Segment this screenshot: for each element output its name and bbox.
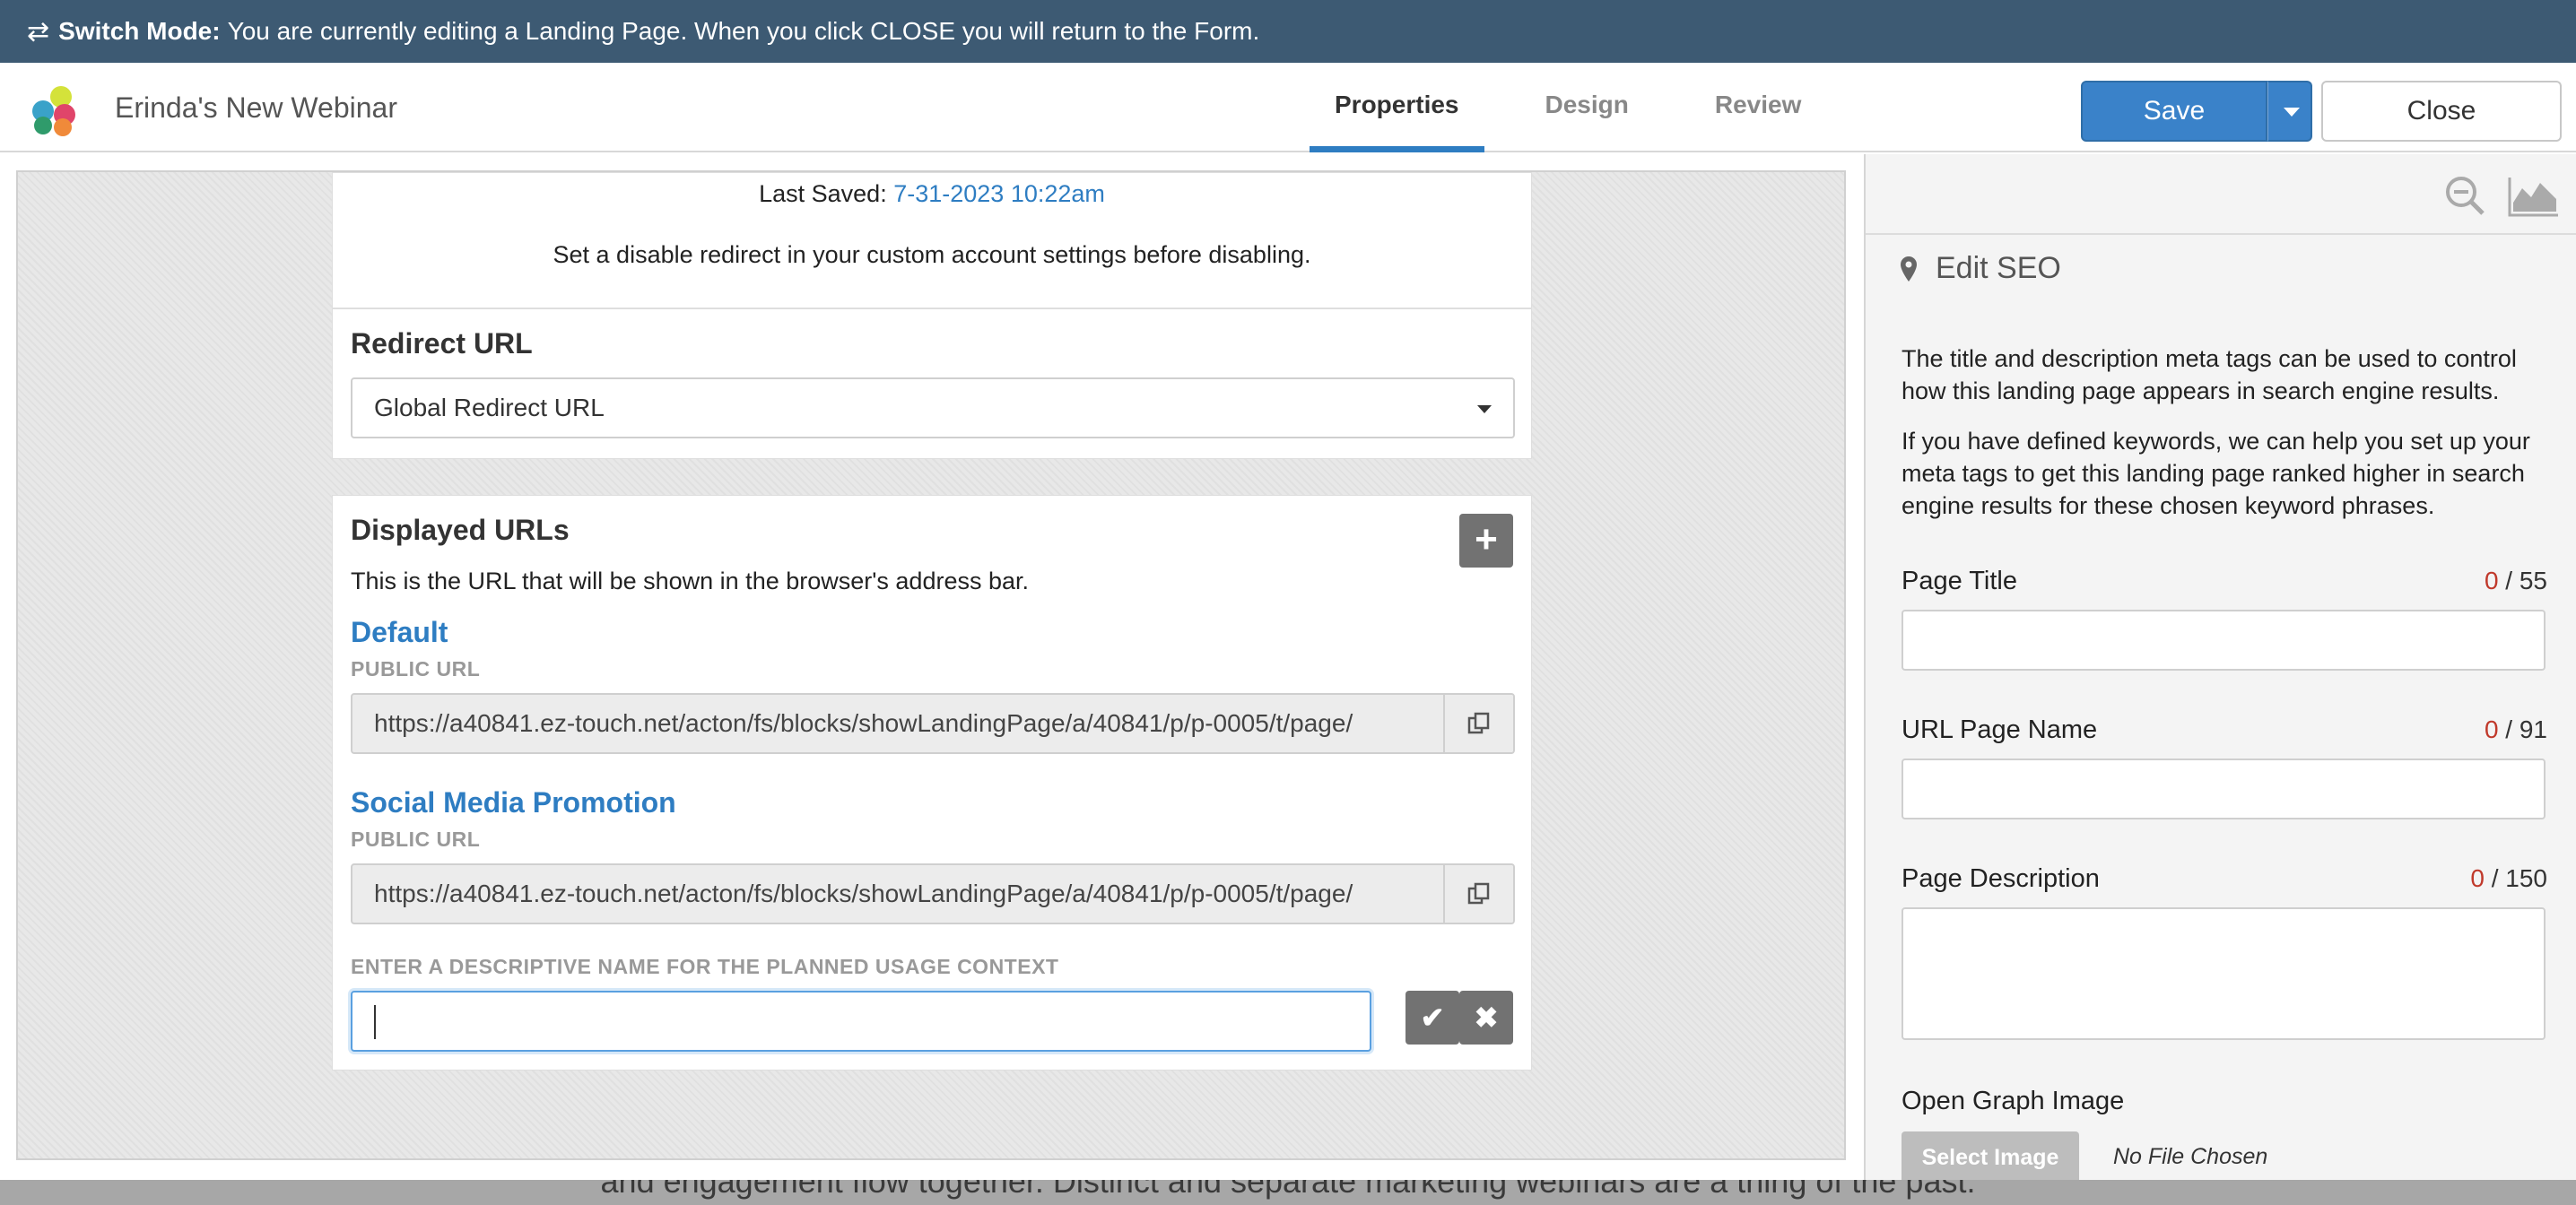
last-saved-line: Last Saved: 7-31-2023 10:22am: [333, 180, 1531, 208]
redirect-url-card: Redirect URL Global Redirect URL: [332, 308, 1532, 459]
switch-arrows-icon: ⇄: [27, 16, 50, 47]
select-image-button[interactable]: Select Image: [1902, 1131, 2079, 1180]
page-description-field-label: Page Description 0 / 150: [1902, 864, 2547, 894]
text-cursor: [374, 1005, 376, 1039]
last-saved-label: Last Saved:: [759, 180, 887, 207]
url-variant-name-social[interactable]: Social Media Promotion: [351, 786, 676, 819]
app-logo: [32, 86, 79, 136]
public-url-text: https://a40841.ez-touch.net/acton/fs/blo…: [374, 709, 1353, 737]
properties-canvas[interactable]: Last Saved: 7-31-2023 10:22am Set a disa…: [16, 170, 1846, 1160]
area-chart-icon[interactable]: [2508, 176, 2560, 217]
add-url-button[interactable]: +: [1459, 514, 1513, 568]
char-counter: 0 / 150: [2470, 864, 2547, 893]
usage-context-label: ENTER A DESCRIPTIVE NAME FOR THE PLANNED…: [351, 955, 1059, 978]
save-dropdown-button[interactable]: [2267, 81, 2312, 142]
char-count: 0: [2484, 567, 2499, 594]
switch-mode-message: You are currently editing a Landing Page…: [227, 17, 1260, 45]
field-label-text: Page Title: [1902, 567, 2017, 595]
tab-design[interactable]: Design: [1520, 63, 1654, 152]
landing-page-editor-modal: ⇄ Switch Mode: You are currently editing…: [0, 0, 2576, 1180]
char-counter: 0 / 55: [2485, 567, 2547, 595]
plus-icon: +: [1475, 517, 1498, 561]
public-url-label: PUBLIC URL: [351, 828, 481, 851]
public-url-field-default[interactable]: https://a40841.ez-touch.net/acton/fs/blo…: [351, 693, 1515, 754]
close-button[interactable]: Close: [2321, 81, 2562, 142]
public-url-text: https://a40841.ez-touch.net/acton/fs/blo…: [374, 880, 1353, 907]
char-count: 0: [2484, 715, 2499, 743]
seo-side-panel: Edit SEO The title and description meta …: [1864, 154, 2576, 1180]
char-count: 0: [2470, 864, 2485, 892]
switch-mode-label: Switch Mode:: [58, 17, 221, 45]
last-saved-date: 7-31-2023 10:22am: [893, 180, 1105, 207]
displayed-urls-description: This is the URL that will be shown in th…: [351, 568, 1029, 594]
editor-header: Erinda's New Webinar Properties Design R…: [0, 63, 2576, 152]
zoom-out-icon[interactable]: [2443, 174, 2486, 217]
open-graph-image-label: Open Graph Image: [1902, 1087, 2125, 1115]
panel-toolbar: [1866, 154, 2576, 235]
char-counter: 0 / 91: [2485, 715, 2547, 744]
page-title-field-label: Page Title 0 / 55: [1902, 567, 2547, 596]
copy-url-button[interactable]: [1443, 695, 1513, 752]
page-description-textarea[interactable]: [1902, 907, 2546, 1040]
page-title: Erinda's New Webinar: [115, 91, 397, 124]
edit-seo-title: Edit SEO: [1936, 251, 2061, 285]
switch-mode-banner: ⇄ Switch Mode: You are currently editing…: [0, 0, 2576, 63]
char-max: / 150: [2491, 864, 2547, 892]
chevron-down-icon: [1477, 405, 1492, 413]
displayed-urls-heading: Displayed URLs: [351, 514, 570, 546]
tab-review[interactable]: Review: [1690, 63, 1827, 152]
url-page-name-field-label: URL Page Name 0 / 91: [1902, 715, 2547, 745]
copy-icon: [1467, 712, 1490, 734]
save-button-group: Save: [2081, 81, 2312, 142]
page-title-input[interactable]: [1902, 610, 2546, 671]
copy-icon: [1467, 882, 1490, 905]
editor-tabs: Properties Design Review: [1310, 63, 1862, 152]
public-url-field-social[interactable]: https://a40841.ez-touch.net/acton/fs/blo…: [351, 863, 1515, 924]
close-icon: ✖: [1474, 1001, 1499, 1034]
redirect-url-select[interactable]: Global Redirect URL: [351, 377, 1515, 438]
seo-keywords-paragraph: If you have defined keywords, we can hel…: [1902, 428, 2530, 519]
seo-intro-paragraph: The title and description meta tags can …: [1902, 345, 2517, 404]
save-button[interactable]: Save: [2081, 81, 2267, 142]
disable-redirect-note: Set a disable redirect in your custom ac…: [553, 241, 1311, 268]
url-page-name-input[interactable]: [1902, 759, 2546, 819]
char-max: / 55: [2505, 567, 2547, 594]
char-max: / 91: [2505, 715, 2547, 743]
usage-context-input[interactable]: [351, 991, 1371, 1052]
save-status-card: Last Saved: 7-31-2023 10:22am Set a disa…: [332, 172, 1532, 308]
url-variant-name-default[interactable]: Default: [351, 616, 448, 649]
tab-properties[interactable]: Properties: [1310, 63, 1484, 152]
edit-seo-heading: Edit SEO: [1898, 251, 2061, 286]
field-label-text: Page Description: [1902, 864, 2100, 893]
checkmark-icon: ✔: [1420, 1001, 1445, 1034]
field-label-text: URL Page Name: [1902, 715, 2098, 744]
redirect-url-selected-value: Global Redirect URL: [374, 394, 605, 421]
map-pin-icon: [1901, 256, 1917, 282]
copy-url-button[interactable]: [1443, 865, 1513, 923]
displayed-urls-card: Displayed URLs + This is the URL that wi…: [332, 495, 1532, 1071]
no-file-chosen-text: No File Chosen: [2113, 1144, 2268, 1169]
redirect-url-heading: Redirect URL: [351, 327, 533, 360]
cancel-context-button[interactable]: ✖: [1459, 991, 1513, 1045]
confirm-context-button[interactable]: ✔: [1405, 991, 1459, 1045]
public-url-label: PUBLIC URL: [351, 657, 481, 681]
